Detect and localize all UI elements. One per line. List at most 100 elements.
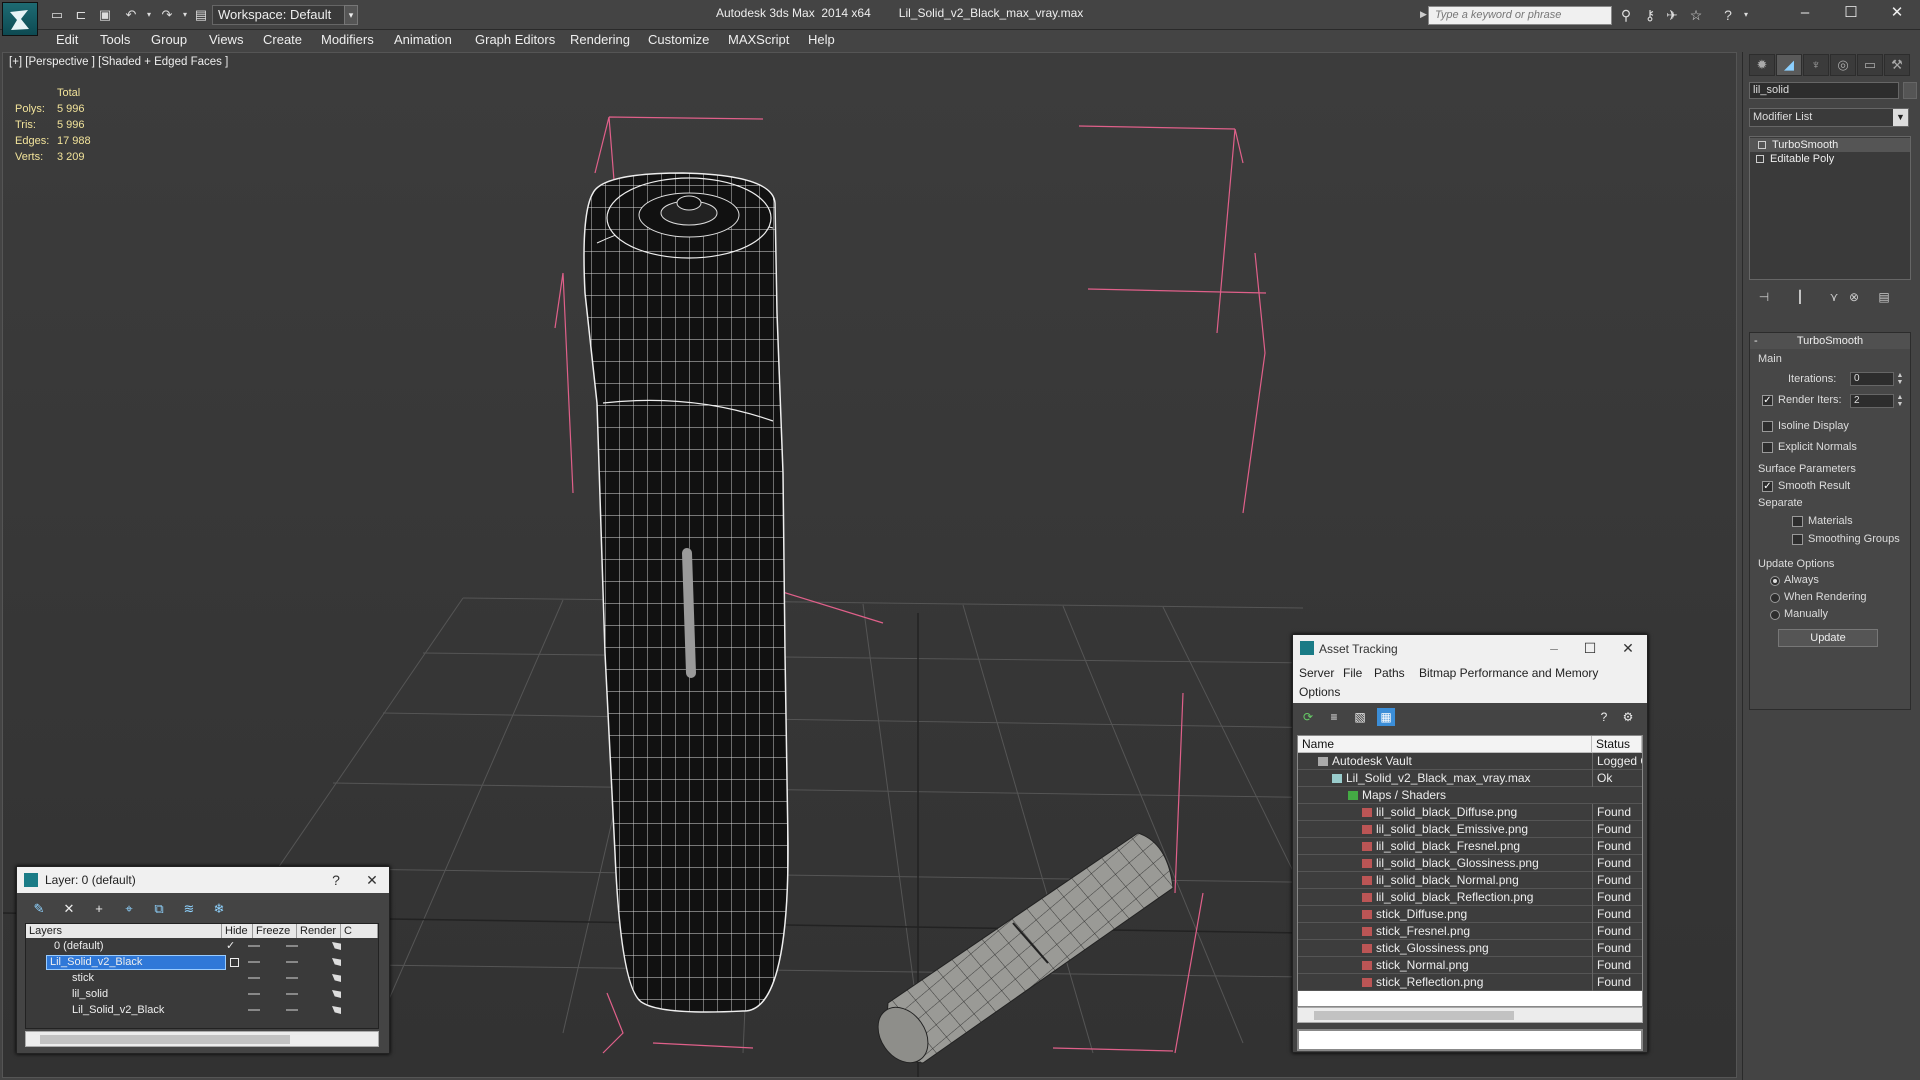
asset-maximize-button[interactable]: ☐: [1575, 635, 1605, 661]
smoothing-groups-checkbox[interactable]: [1792, 534, 1803, 545]
spinner-arrows-icon[interactable]: ▲ ▼: [1896, 372, 1904, 386]
workspace-selector[interactable]: Workspace: Default: [212, 5, 358, 25]
asset-row[interactable]: Autodesk Vault Logged Out: [1298, 753, 1642, 770]
spinner-arrows-icon[interactable]: ▲ ▼: [1896, 394, 1904, 408]
render-column-header[interactable]: Render: [297, 924, 341, 938]
hide-toggle[interactable]: [248, 977, 260, 979]
menu-customize[interactable]: Customize: [648, 32, 709, 47]
project-folder-icon[interactable]: ▤: [192, 6, 210, 24]
layer-close-button[interactable]: ✕: [357, 867, 387, 893]
explicit-normals-checkbox[interactable]: [1762, 442, 1773, 453]
asset-horizontal-scrollbar[interactable]: [1297, 1007, 1643, 1023]
scrollbar-thumb[interactable]: [1314, 1011, 1514, 1020]
layer-row[interactable]: 0 (default) ✓: [26, 939, 378, 954]
asset-path-field[interactable]: [1297, 1029, 1643, 1051]
render-teapot-icon[interactable]: [332, 1006, 341, 1014]
asset-row[interactable]: Lil_Solid_v2_Black_max_vray.max Ok: [1298, 770, 1642, 787]
asset-minimize-button[interactable]: –: [1539, 635, 1569, 661]
modifier-list-dropdown[interactable]: Modifier List: [1749, 108, 1909, 127]
freeze-all-layers-icon[interactable]: ❄: [209, 899, 229, 919]
hierarchy-tab-icon[interactable]: ♆: [1803, 54, 1829, 76]
stick-model[interactable]: [868, 832, 1174, 1072]
undo-icon[interactable]: ↶: [122, 6, 140, 24]
asset-row[interactable]: stick_Fresnel.png Found: [1298, 923, 1642, 940]
color-column-header[interactable]: C: [341, 924, 378, 938]
render-iters-spinner[interactable]: 2: [1850, 394, 1894, 408]
freeze-toggle[interactable]: [286, 1009, 298, 1011]
freeze-toggle[interactable]: [286, 993, 298, 995]
maximize-button[interactable]: ☐: [1828, 0, 1874, 26]
manually-radio[interactable]: [1770, 610, 1780, 620]
menu-maxscript[interactable]: MAXScript: [728, 32, 789, 47]
asset-close-button[interactable]: ✕: [1613, 635, 1643, 661]
layer-name[interactable]: 0 (default): [54, 939, 104, 954]
menu-bitmap-performance[interactable]: Bitmap Performance and Memory: [1419, 666, 1598, 680]
favorites-star-icon[interactable]: ☆: [1686, 6, 1706, 24]
subscription-icon[interactable]: ⚷: [1640, 6, 1660, 24]
asset-row[interactable]: stick_Glossiness.png Found: [1298, 940, 1642, 957]
menu-paths[interactable]: Paths: [1374, 666, 1405, 680]
layer-row[interactable]: Lil_Solid_v2_Black: [26, 955, 378, 970]
object-name[interactable]: Lil_Solid_v2_Black: [72, 1003, 164, 1018]
layers-column-header[interactable]: Layers: [26, 924, 222, 938]
menu-tools[interactable]: Tools: [100, 32, 130, 47]
asset-row[interactable]: stick_Normal.png Found: [1298, 957, 1642, 974]
show-end-result-icon[interactable]: ┃: [1791, 288, 1809, 306]
modifier-list-dropdown-icon[interactable]: ▼: [1893, 109, 1908, 126]
freeze-toggle[interactable]: [286, 961, 298, 963]
menu-group[interactable]: Group: [151, 32, 187, 47]
materials-checkbox[interactable]: [1792, 516, 1803, 527]
add-to-layer-icon[interactable]: +: [89, 899, 109, 919]
menu-graph-editors[interactable]: Graph Editors: [475, 32, 555, 47]
menu-file[interactable]: File: [1343, 666, 1362, 680]
utilities-tab-icon[interactable]: ⚒: [1884, 54, 1910, 76]
menu-views[interactable]: Views: [209, 32, 243, 47]
hide-toggle[interactable]: [248, 961, 260, 963]
configure-modifier-sets-icon[interactable]: ▤: [1875, 288, 1893, 306]
hide-all-layers-icon[interactable]: ≋: [179, 899, 199, 919]
workspace-dropdown-icon[interactable]: ▾: [344, 5, 358, 25]
asset-row[interactable]: lil_solid_black_Fresnel.png Found: [1298, 838, 1642, 855]
delete-layer-icon[interactable]: ✕: [59, 899, 79, 919]
name-column-header[interactable]: Name: [1298, 736, 1592, 753]
freeze-column-header[interactable]: Freeze: [253, 924, 297, 938]
asset-row[interactable]: lil_solid_black_Glossiness.png Found: [1298, 855, 1642, 872]
smooth-result-checkbox[interactable]: ✓: [1762, 481, 1773, 492]
modify-tab-icon[interactable]: ◢: [1776, 54, 1802, 76]
render-teapot-icon[interactable]: [332, 942, 341, 950]
list-view-icon[interactable]: ≡: [1325, 708, 1343, 726]
layer-help-button[interactable]: ?: [321, 867, 351, 893]
freeze-toggle[interactable]: [286, 945, 298, 947]
viewport-label[interactable]: [+] [Perspective ] [Shaded + Edged Faces…: [9, 56, 228, 68]
render-iters-checkbox[interactable]: ✓: [1762, 395, 1773, 406]
menu-modifiers[interactable]: Modifiers: [321, 32, 374, 47]
asset-row[interactable]: stick_Reflection.png Found: [1298, 974, 1642, 991]
freeze-toggle[interactable]: [286, 977, 298, 979]
menu-rendering[interactable]: Rendering: [570, 32, 630, 47]
search-expand-icon[interactable]: ▶: [1420, 9, 1428, 21]
table-view-icon[interactable]: ▦: [1377, 708, 1395, 726]
menu-edit[interactable]: Edit: [56, 32, 78, 47]
lightbulb-icon[interactable]: [1758, 141, 1766, 149]
render-teapot-icon[interactable]: [332, 990, 341, 998]
create-tab-icon[interactable]: ✹: [1749, 54, 1775, 76]
options-icon[interactable]: ⚙: [1619, 708, 1637, 726]
stack-item-editable-poly[interactable]: Editable Poly: [1750, 152, 1910, 166]
make-current-box[interactable]: [230, 958, 239, 967]
communication-center-icon[interactable]: ✈: [1662, 6, 1682, 24]
remove-modifier-icon[interactable]: ⊗: [1845, 288, 1863, 306]
menu-help[interactable]: Help: [808, 32, 835, 47]
search-input[interactable]: Type a keyword or phrase: [1428, 6, 1612, 25]
object-color-swatch[interactable]: [1903, 82, 1917, 99]
hide-toggle[interactable]: [248, 1009, 260, 1011]
open-file-icon[interactable]: ⊏: [72, 6, 90, 24]
menu-options[interactable]: Options: [1299, 685, 1340, 699]
minimize-button[interactable]: –: [1782, 0, 1828, 26]
redo-icon[interactable]: ↷: [158, 6, 176, 24]
asset-row[interactable]: Maps / Shaders: [1298, 787, 1642, 804]
lil-solid-model[interactable]: [583, 172, 789, 1013]
help-query-icon[interactable]: ?: [1595, 708, 1613, 726]
menu-animation[interactable]: Animation: [394, 32, 452, 47]
render-teapot-icon[interactable]: [332, 974, 341, 982]
hide-column-header[interactable]: Hide: [222, 924, 253, 938]
